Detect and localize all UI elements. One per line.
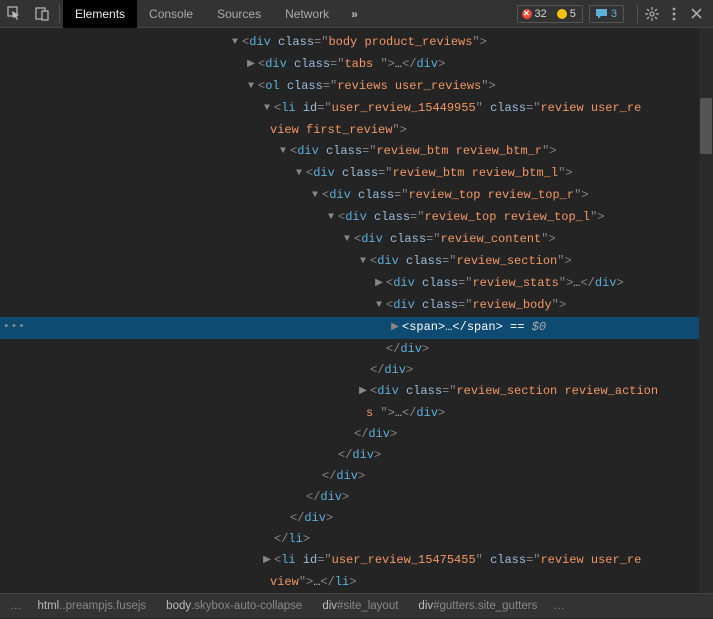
scrollbar-track[interactable] [699,28,713,593]
breadcrumb-bar: …html..preampjs.fusejsbody.skybox-auto-c… [0,593,713,618]
kebab-menu-icon[interactable] [663,0,685,28]
dom-node[interactable]: <ol class="reviews user_reviews"> [0,76,713,98]
dom-node[interactable]: <li id="user_review_15475455" class="rev… [0,550,713,572]
breadcrumb-item[interactable]: body.skybox-auto-collapse [156,594,312,619]
dom-node-close[interactable]: </li> [0,529,713,550]
dom-node[interactable]: <div class="review_stats">…</div> [0,273,713,295]
inspect-icon[interactable] [0,0,28,28]
dom-node-selected[interactable]: •••<span>…</span> == $0 [0,317,713,339]
dom-node[interactable]: <div class="review_section review_action [0,381,713,403]
dom-node[interactable]: <div class="body product_reviews"> [0,32,713,54]
dom-node-cont[interactable]: view first_review"> [0,120,713,141]
breadcrumb-item[interactable]: … [547,594,571,619]
dom-node[interactable]: <div class="review_section"> [0,251,713,273]
breadcrumb-item[interactable]: div#site_layout [312,594,408,619]
dom-node-cont[interactable]: view">…</li> [0,572,713,593]
dom-node-close[interactable]: </div> [0,508,713,529]
tabs-overflow-icon[interactable]: » [341,0,368,28]
tab-elements[interactable]: Elements [63,0,137,28]
dom-node[interactable]: <div class="review_content"> [0,229,713,251]
dom-tree[interactable]: <div class="body product_reviews"><div c… [0,28,713,593]
settings-icon[interactable] [641,0,663,28]
devtools-toolbar: Elements Console Sources Network » ✕32 5… [0,0,713,28]
dom-node[interactable]: <div class="review_btm review_btm_r"> [0,141,713,163]
panel-tabs: Elements Console Sources Network » [63,0,368,28]
dom-node[interactable]: <li id="user_review_15449955" class="rev… [0,98,713,120]
dom-node[interactable]: <div class="review_btm review_btm_l"> [0,163,713,185]
breadcrumb-item[interactable]: … [4,594,28,619]
warning-count: 5 [553,8,582,20]
breadcrumb-item[interactable]: div#gutters.site_gutters [408,594,547,619]
breadcrumb-item[interactable]: html..preampjs.fusejs [28,594,157,619]
dom-node-close[interactable]: </div> [0,487,713,508]
dom-node-cont[interactable]: s ">…</div> [0,403,713,424]
tab-sources[interactable]: Sources [205,0,273,28]
error-count: ✕32 [518,8,553,20]
dom-node[interactable]: <div class="tabs ">…</div> [0,54,713,76]
dom-node-close[interactable]: </div> [0,466,713,487]
device-toggle-icon[interactable] [28,0,56,28]
dom-node[interactable]: <div class="review_top review_top_l"> [0,207,713,229]
dom-node-close[interactable]: </div> [0,445,713,466]
dom-node[interactable]: <div class="review_top review_top_r"> [0,185,713,207]
tab-network[interactable]: Network [273,0,341,28]
close-icon[interactable] [685,0,707,28]
dom-node-close[interactable]: </div> [0,339,713,360]
messages-badge[interactable]: 3 [589,5,624,23]
dom-node-close[interactable]: </div> [0,424,713,445]
tab-console[interactable]: Console [137,0,205,28]
issues-badge[interactable]: ✕32 5 [517,5,583,23]
scrollbar-thumb[interactable] [700,98,712,154]
dom-node-close[interactable]: </div> [0,360,713,381]
dom-node[interactable]: <div class="review_body"> [0,295,713,317]
